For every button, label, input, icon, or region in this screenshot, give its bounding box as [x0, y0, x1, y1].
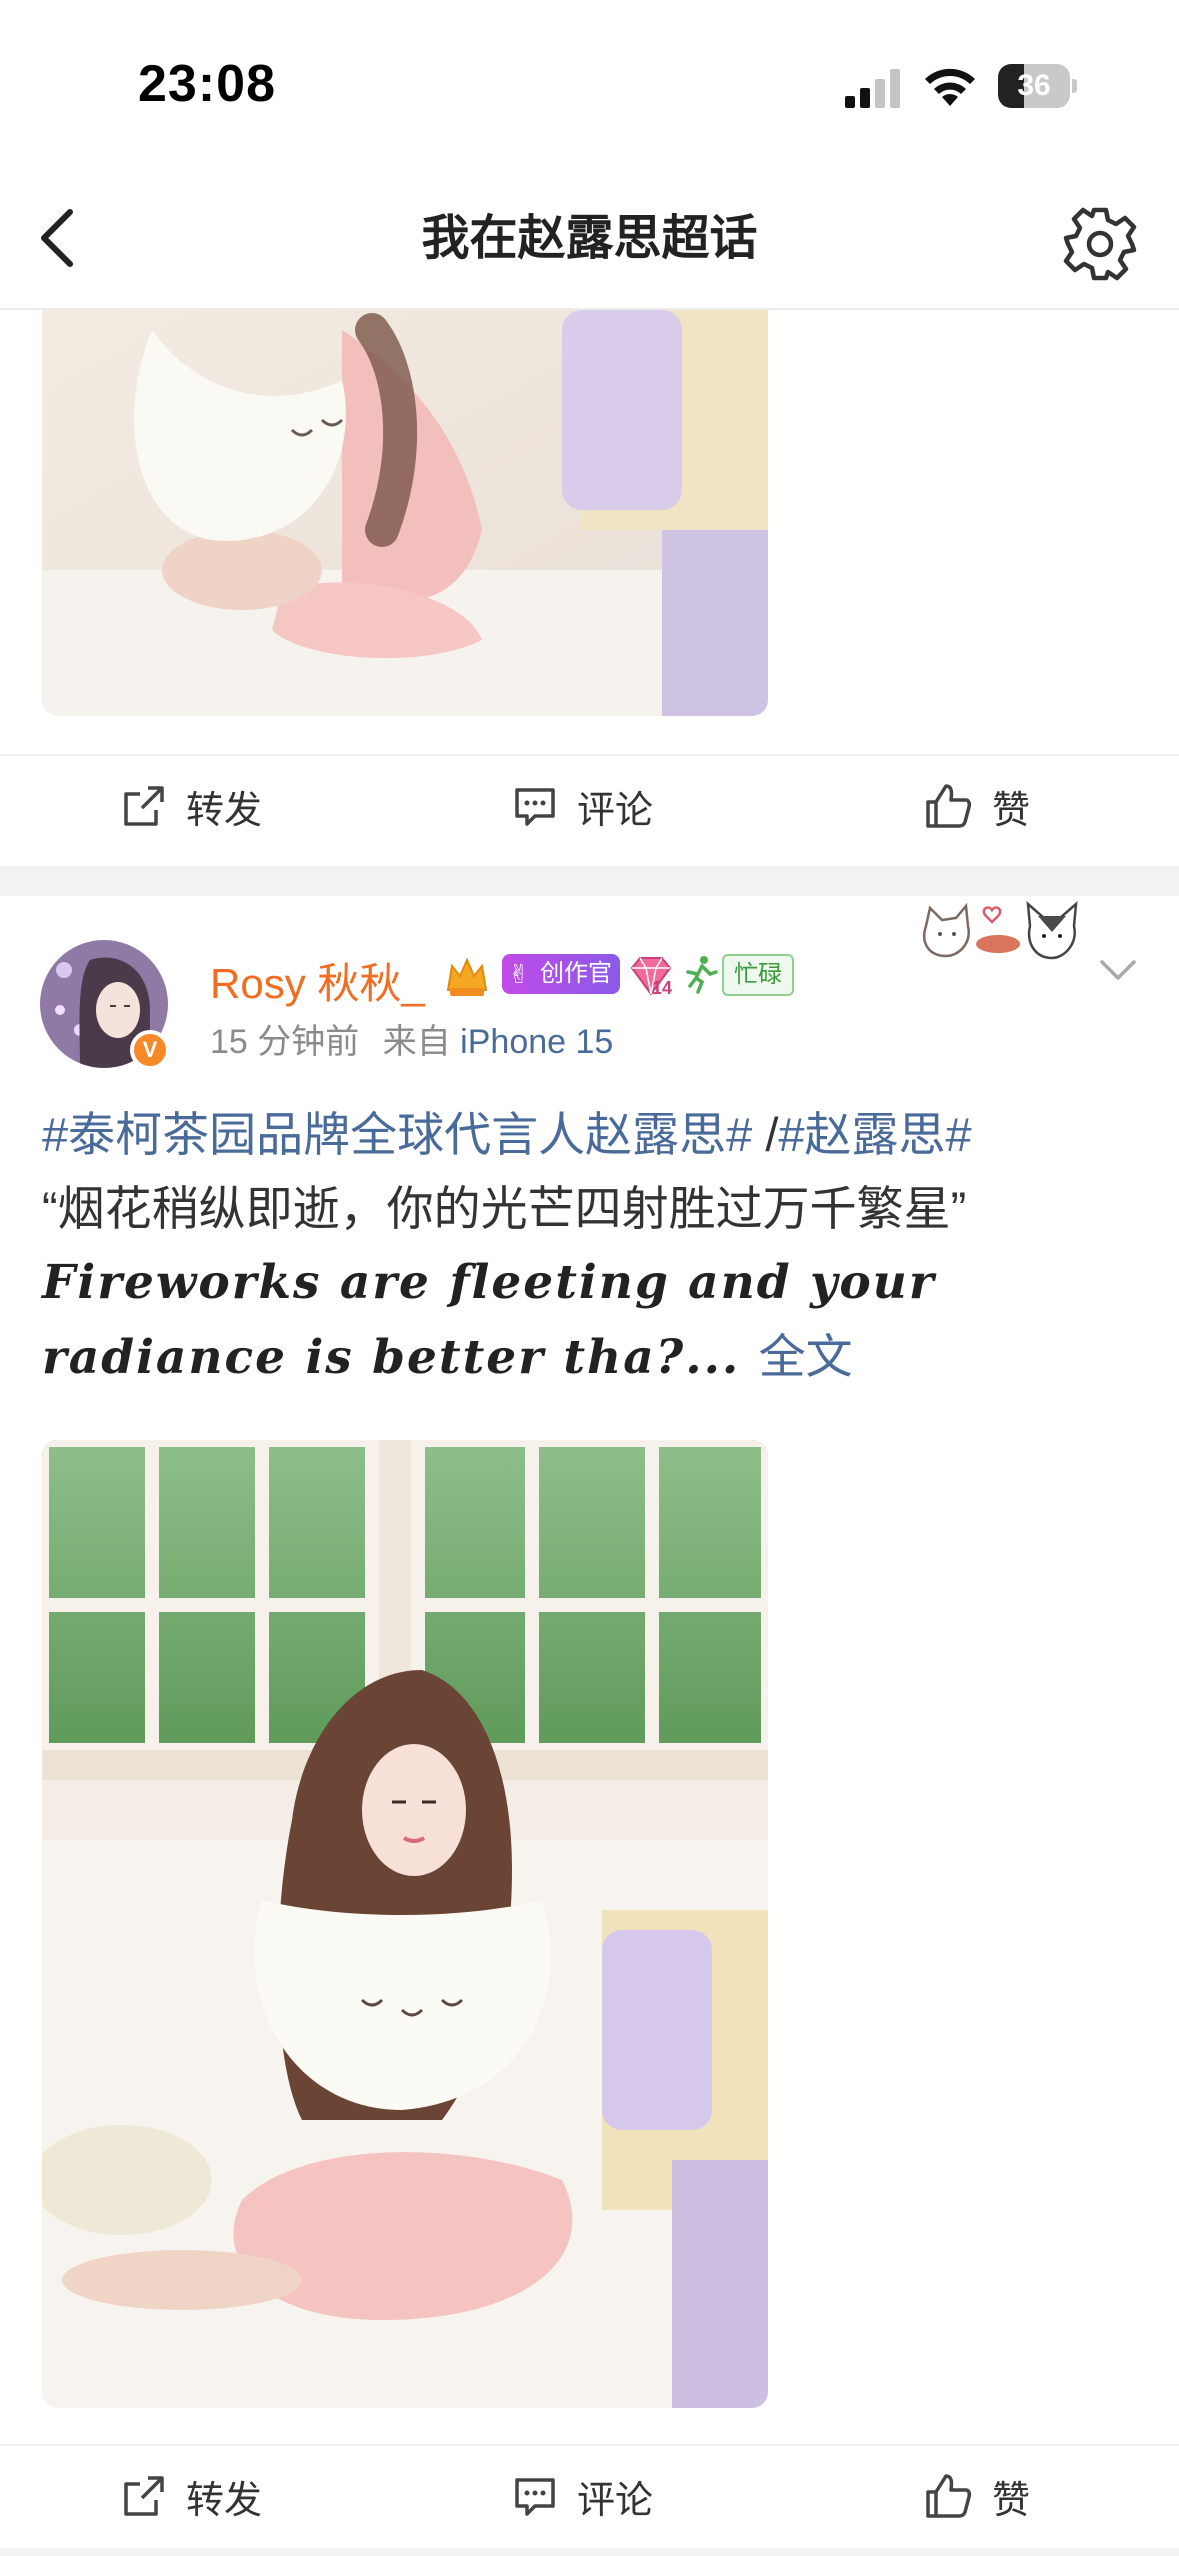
like-label: 赞 [992, 789, 1031, 832]
like-icon [926, 2474, 972, 2518]
source-prefix: 来自 [382, 1023, 451, 1061]
gear-icon [1063, 207, 1137, 281]
repost-button[interactable]: 转发 [122, 2446, 262, 2546]
post-english-line2: radiance is better tha?... [42, 1330, 741, 1385]
wifi-icon [925, 68, 975, 106]
repost-icon [124, 2476, 164, 2516]
status-bar: 23:08 36 [0, 0, 1179, 170]
post-time: 15 分钟前 [210, 1023, 360, 1061]
back-button[interactable] [22, 198, 102, 278]
post-quote: “烟花稍纵即逝，你的光芒四射胜过万千繁星” [42, 1182, 967, 1235]
creator-badge[interactable]: ✌ 创作官 [502, 954, 620, 994]
divider [0, 2548, 1179, 2556]
comment-button[interactable]: 评论 [513, 756, 653, 856]
post-image[interactable] [42, 1440, 768, 2408]
chevron-down-icon[interactable] [1096, 948, 1140, 992]
cat-dog-sticker-icon [908, 896, 1098, 975]
creator-badge-label: 创作官 [540, 960, 612, 987]
post-device[interactable]: iPhone 15 [460, 1023, 613, 1061]
repost-label: 转发 [186, 789, 263, 832]
like-button[interactable]: 赞 [924, 2446, 1030, 2546]
action-bar: 转发 评论 赞 [0, 754, 1179, 856]
chevron-left-icon [41, 209, 73, 267]
comment-icon [515, 788, 555, 826]
level-number: 14 [652, 978, 673, 998]
v-icon: ✌ [508, 959, 530, 989]
status-time: 23:08 [138, 55, 276, 113]
hashtag-link[interactable]: #泰柯茶园品牌全球代言人赵露思# [42, 1108, 752, 1161]
like-icon [926, 784, 972, 828]
signal-icon [845, 69, 900, 108]
repost-label: 转发 [186, 2479, 263, 2522]
repost-button[interactable]: 转发 [122, 756, 262, 856]
diamond-badge: 14 [628, 954, 674, 1003]
repost-icon [124, 786, 164, 826]
post-text: #泰柯茶园品牌全球代言人赵露思# /#赵露思# “烟花稍纵即逝，你的光芒四射胜过… [42, 1098, 1152, 1395]
read-more-link[interactable]: 全文 [759, 1330, 853, 1383]
post-image[interactable] [42, 310, 768, 716]
battery-level: 36 [1017, 69, 1051, 102]
verified-icon: V [130, 1030, 170, 1070]
comment-icon [515, 2478, 555, 2516]
status-badge: 忙碌 [684, 954, 794, 996]
post-card: V Rosy 秋秋_ ✌ 创作官 14 忙碌 15 分钟前 来自 iPhone … [0, 896, 1179, 2556]
settings-button[interactable] [1060, 204, 1140, 284]
page-title: 我在赵露思超话 [421, 212, 758, 265]
busy-label: 忙碌 [722, 954, 794, 996]
username[interactable]: Rosy 秋秋_ [210, 950, 425, 1011]
comment-label: 评论 [577, 2479, 654, 2522]
comment-button[interactable]: 评论 [513, 2446, 653, 2546]
running-icon [686, 956, 718, 994]
action-bar: 转发 评论 赞 [0, 2444, 1179, 2546]
hashtag-link[interactable]: #赵露思# [778, 1108, 971, 1161]
hashtag-separator: / [752, 1108, 779, 1161]
like-button[interactable]: 赞 [924, 756, 1030, 856]
post-meta: 15 分钟前 来自 iPhone 15 [210, 1014, 613, 1063]
battery-icon: 36 [998, 64, 1077, 108]
crown-icon [446, 957, 488, 996]
nav-bar: 我在赵露思超话 [0, 170, 1179, 310]
like-label: 赞 [992, 2479, 1031, 2522]
comment-label: 评论 [577, 789, 654, 832]
post-english-line1: Fireworks are fleeting and your [42, 1255, 936, 1310]
post-card: 转发 评论 赞 [0, 310, 1179, 866]
